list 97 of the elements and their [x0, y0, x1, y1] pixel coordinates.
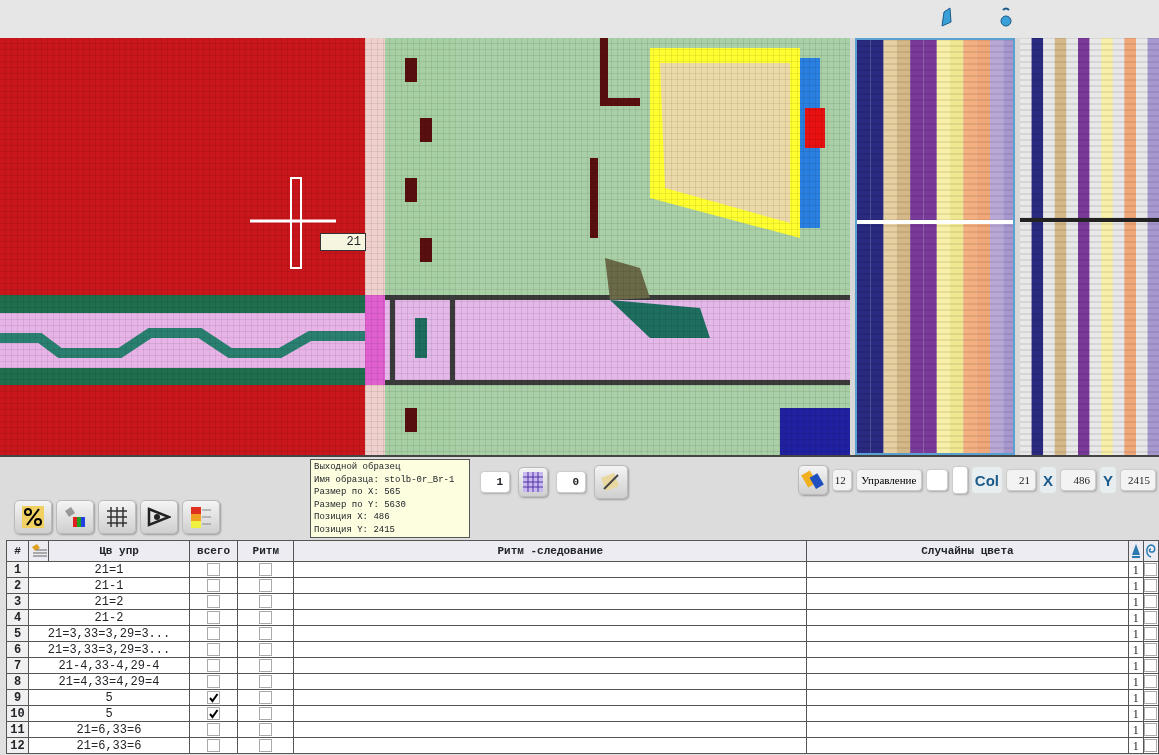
table-cell: 21-2	[28, 609, 190, 626]
checkbox[interactable]	[207, 722, 221, 736]
knit-pattern-drawing[interactable]	[0, 38, 850, 455]
checkbox[interactable]	[207, 610, 221, 624]
eye-icon[interactable]	[140, 500, 178, 534]
info-line: Имя образца: stolb-0r_Br-1	[314, 473, 456, 486]
checkbox[interactable]	[1144, 674, 1158, 688]
x-field[interactable]: 486	[1060, 469, 1096, 491]
checkbox[interactable]	[259, 722, 273, 736]
table-cell: 1	[1128, 641, 1144, 658]
checkbox[interactable]	[259, 690, 273, 704]
column-header: Случайны цвета	[806, 540, 1129, 562]
info-line: Размер по Y: 5630	[314, 498, 407, 511]
table-cell: 1	[1128, 689, 1144, 706]
table-cell: 1	[1128, 593, 1144, 610]
table-cell: 1	[1128, 737, 1144, 754]
table-cell: 1	[1128, 721, 1144, 738]
col-label: Col	[971, 467, 1002, 493]
column-header: Ритм	[237, 540, 294, 562]
table-cell: 5	[28, 689, 190, 706]
column-header: Цв упр	[48, 540, 190, 562]
yarn-bundle-icon[interactable]	[797, 465, 828, 495]
checkbox[interactable]	[207, 706, 221, 720]
checkbox[interactable]	[259, 626, 273, 640]
table-cell: 21=1	[28, 561, 190, 578]
percent-icon[interactable]	[14, 500, 52, 534]
checkbox[interactable]	[207, 674, 221, 688]
checkbox[interactable]	[1144, 706, 1158, 720]
checkbox[interactable]	[207, 658, 221, 672]
table-cell: 1	[1128, 673, 1144, 690]
checkbox[interactable]	[259, 562, 273, 576]
checkbox[interactable]	[259, 658, 273, 672]
table-cell: 21=6,33=6	[28, 737, 190, 754]
grid-icon[interactable]	[518, 467, 548, 497]
checkbox[interactable]	[1144, 626, 1158, 640]
checkbox[interactable]	[207, 738, 221, 752]
column-header: #	[6, 540, 29, 562]
checkbox[interactable]	[1144, 562, 1158, 576]
empty-field[interactable]	[925, 469, 948, 491]
y-field[interactable]: 2415	[1120, 469, 1156, 491]
palette-list-icon[interactable]	[28, 540, 49, 562]
checkbox[interactable]	[1144, 690, 1158, 704]
table-cell: 1	[1128, 609, 1144, 626]
info-line: Размер по X: 565	[314, 486, 402, 499]
checkbox[interactable]	[1144, 578, 1158, 592]
table-cell: 21=6,33=6	[28, 721, 190, 738]
number-field[interactable]: 1	[480, 471, 510, 493]
checkbox[interactable]	[259, 610, 273, 624]
table-cell: 21=2	[28, 593, 190, 610]
checkbox[interactable]	[207, 578, 221, 592]
checkbox[interactable]	[259, 578, 273, 592]
yarn-colors-icon[interactable]	[56, 500, 94, 534]
grid-icon[interactable]	[98, 500, 136, 534]
table-cell: 1	[1128, 705, 1144, 722]
info-line: Позиция X: 486	[314, 511, 391, 524]
table-cell: 1	[1128, 657, 1144, 674]
table-cell: 5	[28, 705, 190, 722]
table-cell: 21-1	[28, 577, 190, 594]
checkbox[interactable]	[1144, 610, 1158, 624]
column-header: Ритм -следование	[293, 540, 807, 562]
yarn-cone-icon[interactable]	[938, 6, 954, 30]
slider-field[interactable]	[951, 466, 968, 494]
checkbox[interactable]	[207, 626, 221, 640]
pencil-paper-icon[interactable]	[594, 465, 628, 499]
number-field[interactable]: 0	[556, 471, 586, 493]
col-field[interactable]: 21	[1005, 469, 1036, 491]
checkbox[interactable]	[1144, 642, 1158, 656]
checkbox[interactable]	[207, 594, 221, 608]
table-cell: 21=3,33=3,29=3...	[28, 625, 190, 642]
checkbox[interactable]	[259, 706, 273, 720]
table-cell: 21=3,33=3,29=3...	[28, 641, 190, 658]
checkbox[interactable]	[1144, 722, 1158, 736]
info-line: Позиция Y: 2415	[314, 523, 396, 536]
table-cell: 1	[1128, 625, 1144, 642]
checkbox[interactable]	[1144, 658, 1158, 672]
y-label: Y	[1100, 467, 1116, 493]
checkbox[interactable]	[259, 594, 273, 608]
bobbin-icon[interactable]	[998, 6, 1014, 30]
checkbox[interactable]	[1144, 594, 1158, 608]
number-field[interactable]: 12	[831, 469, 852, 491]
checkbox[interactable]	[207, 642, 221, 656]
color-legend-icon[interactable]	[182, 500, 220, 534]
cursor-value-label: 21	[320, 233, 366, 251]
checkbox[interactable]	[1144, 738, 1158, 752]
checkbox[interactable]	[259, 674, 273, 688]
table-cell: 1	[1128, 577, 1144, 594]
checkbox[interactable]	[207, 690, 221, 704]
checkbox[interactable]	[259, 738, 273, 752]
control-button[interactable]: Управление	[855, 469, 922, 491]
table-cell: 21-4,33-4,29-4	[28, 657, 190, 674]
checkbox[interactable]	[207, 562, 221, 576]
x-label: X	[1039, 467, 1056, 493]
table-cell: 21=4,33=4,29=4	[28, 673, 190, 690]
column-header: всего	[189, 540, 238, 562]
checkbox[interactable]	[259, 642, 273, 656]
table-cell: 1	[1128, 561, 1144, 578]
info-line: Выходной образец	[314, 461, 402, 474]
